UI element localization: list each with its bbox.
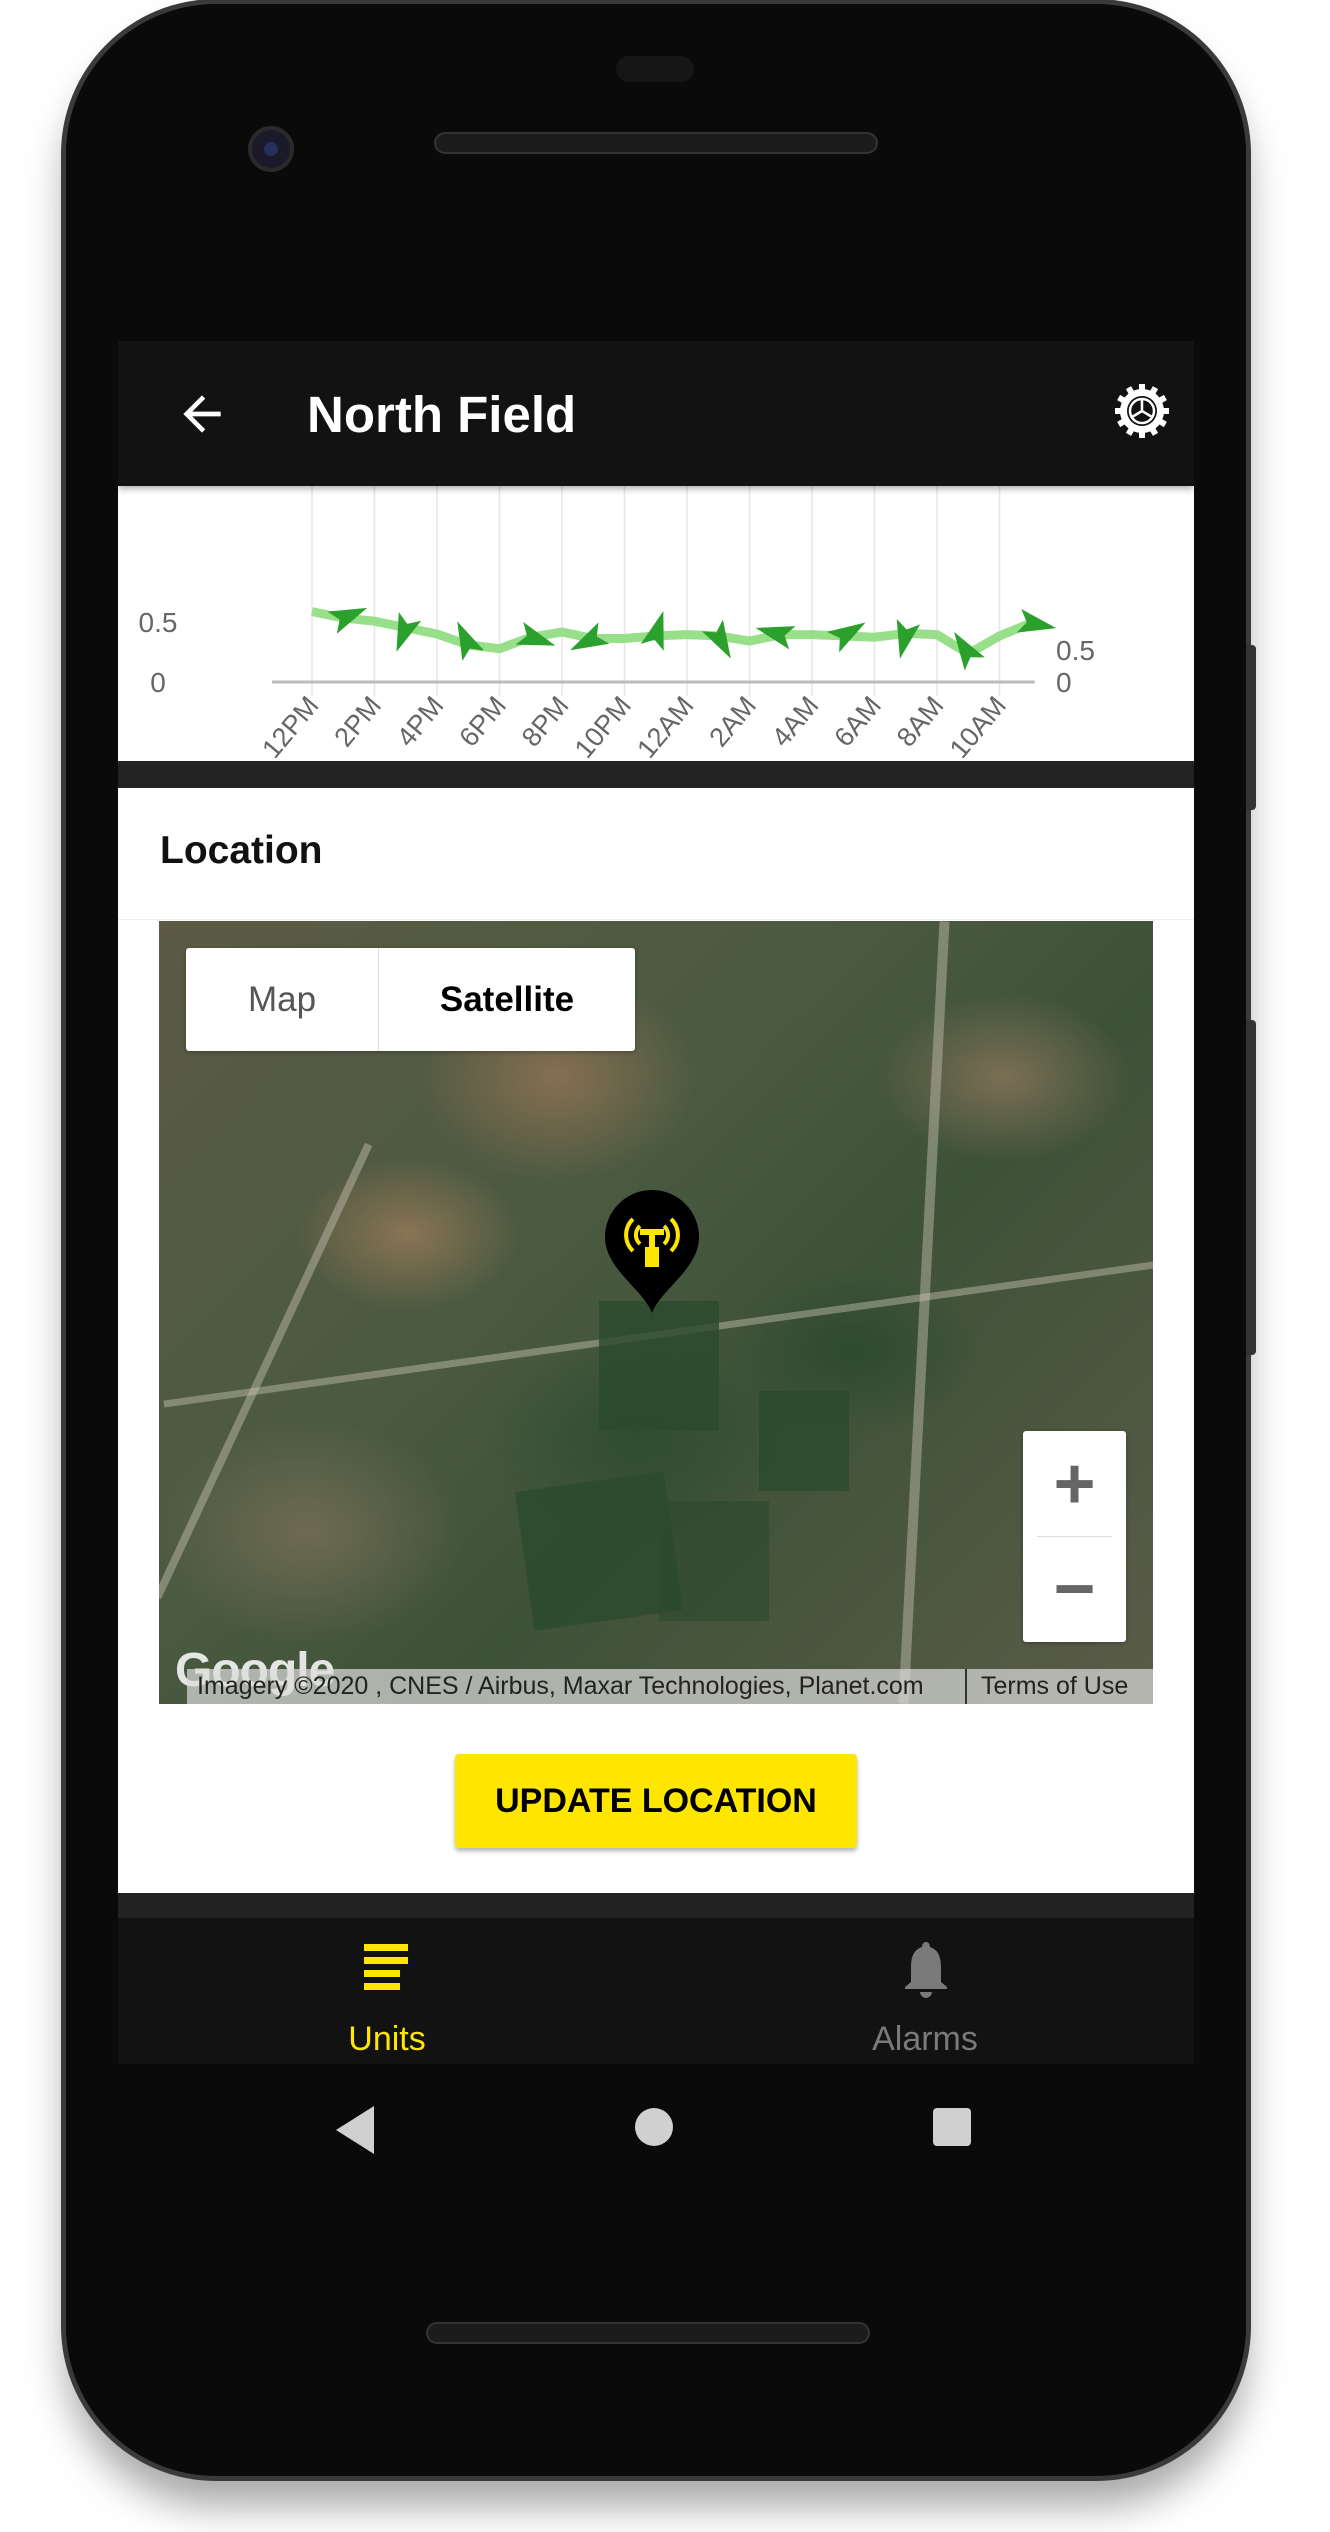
front-camera	[248, 126, 294, 172]
x-tick-label: 4AM	[766, 691, 825, 753]
x-tick-label: 6PM	[453, 691, 512, 753]
wind-direction-marker	[570, 622, 610, 651]
zoom-out-button[interactable]: −	[1023, 1536, 1126, 1641]
x-tick-label: 6AM	[828, 691, 887, 753]
x-tick-label: 2PM	[328, 691, 387, 753]
map-type-toggle: Map Satellite	[186, 948, 635, 1051]
attribution-text: Imagery ©2020 , CNES / Airbus, Maxar Tec…	[187, 1669, 967, 1704]
terms-of-use-link[interactable]: Terms of Use	[967, 1672, 1128, 1701]
list-icon	[364, 1944, 408, 1990]
power-button	[1246, 645, 1256, 810]
x-tick-label: 2AM	[703, 691, 762, 753]
map-attribution: Imagery ©2020 , CNES / Airbus, Maxar Tec…	[187, 1669, 1153, 1704]
nav-label-alarms: Alarms	[872, 2020, 978, 2058]
x-tick-label: 4PM	[391, 691, 450, 753]
x-tick-label: 8PM	[516, 691, 575, 753]
page-title: North Field	[307, 386, 577, 443]
right-axis-tick: 0.5	[1056, 635, 1095, 666]
x-tick-label: 10PM	[569, 691, 637, 761]
wind-line	[311, 607, 1033, 659]
x-tick-label: 12AM	[631, 691, 699, 761]
nav-item-units[interactable]: Units	[118, 1918, 656, 2064]
map-type-map[interactable]: Map	[186, 948, 379, 1051]
top-slot	[616, 56, 694, 82]
x-tick-label: 12PM	[256, 691, 324, 761]
map-type-satellite[interactable]: Satellite	[379, 948, 635, 1051]
volume-button	[1246, 1020, 1256, 1355]
x-tick-label: 10AM	[944, 691, 1012, 761]
square-recents-icon[interactable]	[933, 2108, 971, 2146]
nav-item-alarms[interactable]: Alarms	[656, 1918, 1194, 2064]
update-location-button[interactable]: UPDATE LOCATION	[455, 1754, 857, 1848]
app-screen: 0 0.5 0 0.5 12PM 2PM 4PM 6PM 8PM 10PM 12AM 2AM 4AM 6A…	[118, 341, 1194, 2064]
bottom-speaker	[426, 2322, 870, 2344]
zoom-in-button[interactable]: +	[1023, 1431, 1126, 1536]
left-axis-tick: 0	[150, 667, 166, 698]
triangle-back-icon[interactable]	[336, 2106, 374, 2154]
location-title: Location	[160, 829, 323, 872]
antenna-pin-icon[interactable]	[603, 1189, 701, 1313]
zoom-control: + −	[1023, 1431, 1126, 1642]
satellite-map[interactable]: Map Satellite + − Google Imagery ©2020 ,…	[159, 921, 1153, 1704]
divider	[118, 919, 1194, 920]
system-navigation-bar	[336, 2106, 971, 2154]
wind-direction-marker	[896, 618, 921, 659]
earpiece-speaker	[434, 132, 878, 154]
wind-direction-marker	[327, 607, 368, 634]
bottom-navigation: Units Alarms	[118, 1918, 1194, 2064]
bell-icon	[905, 1942, 947, 1998]
x-tick-label: 8AM	[891, 691, 950, 753]
section-divider	[118, 761, 1194, 788]
left-axis-tick: 0.5	[139, 607, 178, 638]
app-bar: North Field	[118, 341, 1194, 486]
right-axis-tick: 0	[1056, 667, 1072, 698]
section-divider	[118, 1893, 1194, 1918]
arrow-left-icon[interactable]	[174, 386, 230, 442]
wind-direction-marker	[640, 611, 664, 651]
gear-icon[interactable]	[1112, 381, 1172, 441]
circle-home-icon[interactable]	[635, 2108, 673, 2146]
chart-svg: 00.500.512PM 2PM 4PM 6PM 8PM10PM12AM 2AM 4AM 6A…	[139, 481, 1095, 761]
nav-label-units: Units	[348, 2020, 426, 2058]
